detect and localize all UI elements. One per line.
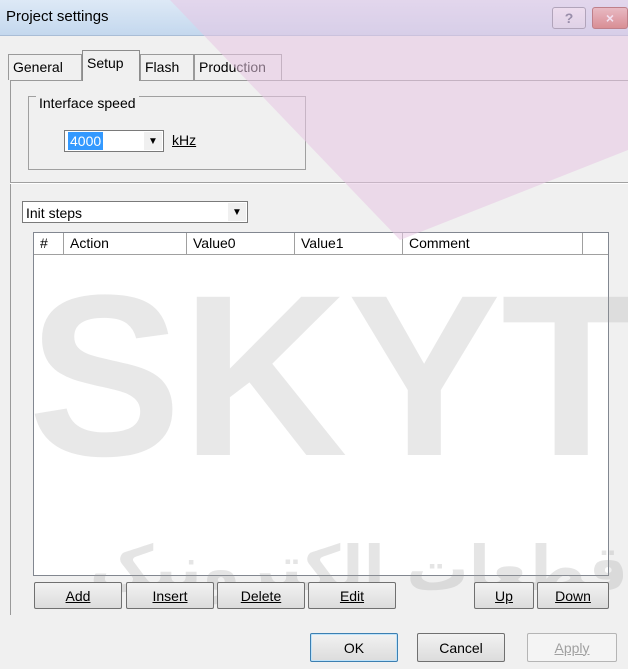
title-bar[interactable]: Project settings ? ×: [0, 0, 628, 36]
column-header-value0[interactable]: Value0: [187, 233, 295, 254]
close-button[interactable]: ×: [592, 7, 628, 29]
list-header: # Action Value0 Value1 Comment: [34, 233, 608, 255]
column-header-comment[interactable]: Comment: [403, 233, 583, 254]
chevron-down-icon[interactable]: ▼: [228, 203, 246, 221]
cancel-button[interactable]: Cancel: [417, 633, 505, 662]
delete-button[interactable]: Delete: [217, 582, 305, 609]
close-icon: ×: [605, 10, 615, 26]
column-header-number[interactable]: #: [34, 233, 64, 254]
tab-general[interactable]: General: [8, 54, 82, 80]
tab-setup[interactable]: Setup: [82, 50, 140, 81]
interface-speed-value: 4000: [68, 132, 104, 150]
up-button-label: Up: [495, 587, 513, 604]
tab-flash[interactable]: Flash: [140, 54, 194, 80]
project-settings-window: Project settings ? × General Setup Flash…: [0, 0, 628, 669]
delete-button-label: Delete: [240, 587, 282, 604]
apply-button[interactable]: Apply: [527, 633, 617, 662]
speed-unit-label: kHz: [172, 132, 196, 148]
add-button[interactable]: Add: [34, 582, 122, 609]
init-steps-select[interactable]: Init steps ▼: [22, 201, 248, 223]
add-button-label: Add: [65, 587, 91, 604]
column-header-action[interactable]: Action: [64, 233, 187, 254]
apply-button-label: Apply: [554, 639, 590, 656]
interface-speed-select[interactable]: 4000 ▼: [64, 130, 164, 152]
insert-button-label: Insert: [152, 587, 188, 604]
separator: [10, 182, 628, 184]
ok-button[interactable]: OK: [310, 633, 398, 662]
interface-speed-label: Interface speed: [36, 95, 139, 111]
help-button[interactable]: ?: [552, 7, 586, 29]
chevron-down-icon[interactable]: ▼: [144, 132, 162, 150]
insert-button[interactable]: Insert: [126, 582, 214, 609]
down-button[interactable]: Down: [537, 582, 609, 609]
column-header-value1[interactable]: Value1: [295, 233, 403, 254]
init-steps-value: Init steps: [26, 205, 83, 221]
up-button[interactable]: Up: [474, 582, 534, 609]
edit-button[interactable]: Edit: [308, 582, 396, 609]
init-steps-list[interactable]: # Action Value0 Value1 Comment: [33, 232, 609, 576]
edit-button-label: Edit: [339, 587, 365, 604]
help-icon: ?: [564, 10, 574, 26]
window-title: Project settings: [6, 8, 109, 25]
speed-unit-text: kHz: [172, 132, 197, 148]
tab-production[interactable]: Production: [194, 54, 282, 80]
down-button-label: Down: [555, 587, 591, 604]
